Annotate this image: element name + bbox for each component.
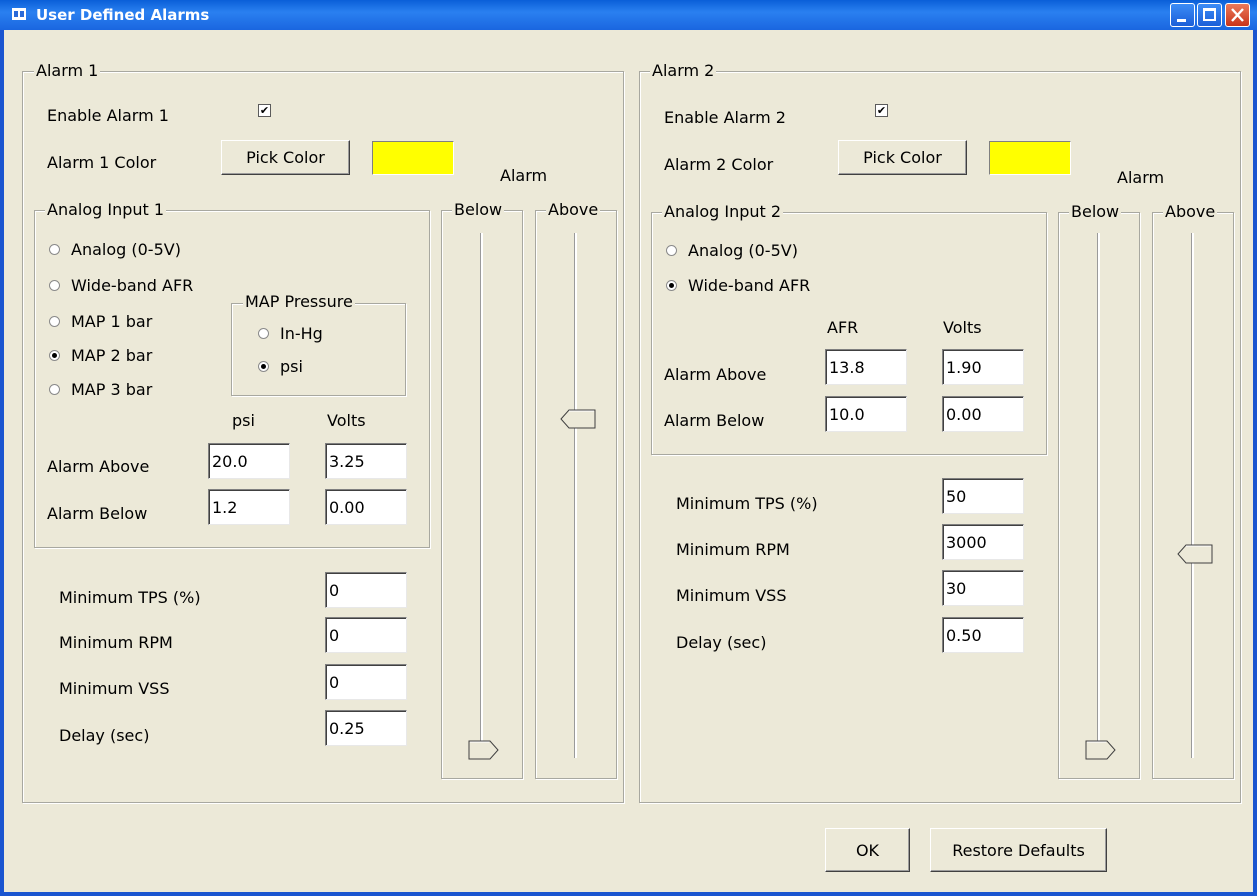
alarm1-enable-checkbox[interactable]: ✔ bbox=[258, 104, 271, 117]
alarm2-col-volts: Volts bbox=[943, 318, 982, 337]
alarm1-min-vss-label: Minimum VSS bbox=[59, 679, 170, 698]
radio-button[interactable] bbox=[258, 328, 269, 339]
radio-button-selected[interactable] bbox=[49, 350, 60, 361]
alarm2-delay-label: Delay (sec) bbox=[676, 633, 767, 652]
radio-button-selected[interactable] bbox=[258, 361, 269, 372]
alarm1-below-psi-input[interactable] bbox=[208, 489, 290, 525]
alarm1-color-label: Alarm 1 Color bbox=[47, 153, 157, 172]
checkmark-icon: ✔ bbox=[259, 104, 270, 117]
alarm1-above-slider-thumb[interactable] bbox=[560, 409, 596, 429]
radio-button[interactable] bbox=[49, 280, 60, 291]
alarm1-col-unit: psi bbox=[232, 411, 255, 430]
alarm1-min-vss-input[interactable] bbox=[325, 664, 407, 700]
alarm1-above-volts-input[interactable] bbox=[325, 443, 407, 479]
radio-button[interactable] bbox=[49, 244, 60, 255]
minimize-button[interactable] bbox=[1170, 3, 1195, 27]
radio-button[interactable] bbox=[666, 245, 677, 256]
alarm1-pick-color-button[interactable]: Pick Color bbox=[221, 140, 350, 175]
radio-button-selected[interactable] bbox=[666, 280, 677, 291]
alarm2-enable-checkbox[interactable]: ✔ bbox=[875, 104, 888, 117]
alarm1-delay-input[interactable] bbox=[325, 710, 407, 746]
alarm1-above-psi-input[interactable] bbox=[208, 443, 290, 479]
alarm1-delay-label: Delay (sec) bbox=[59, 726, 150, 745]
alarm1-below-label: Below bbox=[452, 200, 505, 219]
alarm1-enable-label: Enable Alarm 1 bbox=[47, 106, 169, 125]
alarm2-alarm-below-label: Alarm Below bbox=[664, 411, 765, 430]
alarm1-min-tps-label: Minimum TPS (%) bbox=[59, 588, 201, 607]
window-frame-bottom bbox=[0, 892, 1257, 896]
alarm2-pick-color-button[interactable]: Pick Color bbox=[838, 140, 967, 175]
alarm2-alarm-above-label: Alarm Above bbox=[664, 365, 767, 384]
alarm2-min-rpm-input[interactable] bbox=[942, 524, 1024, 560]
alarm2-min-tps-label: Minimum TPS (%) bbox=[676, 494, 818, 513]
close-icon bbox=[1231, 8, 1244, 22]
alarm1-alarm-below-label: Alarm Below bbox=[47, 504, 148, 523]
minimize-icon bbox=[1177, 19, 1186, 22]
alarm2-above-label: Above bbox=[1163, 202, 1218, 221]
alarm2-min-vss-label: Minimum VSS bbox=[676, 586, 787, 605]
alarm2-above-afr-input[interactable] bbox=[825, 349, 907, 385]
alarm1-above-slider-track bbox=[574, 233, 577, 758]
maximize-button[interactable] bbox=[1197, 3, 1222, 27]
radio-button[interactable] bbox=[49, 316, 60, 327]
alarm2-analog-group-label: Analog Input 2 bbox=[662, 202, 784, 221]
alarm1-analog-group-label: Analog Input 1 bbox=[45, 200, 167, 219]
alarm2-below-slider-thumb[interactable] bbox=[1085, 740, 1117, 760]
alarm1-min-tps-input[interactable] bbox=[325, 572, 407, 608]
alarm2-slider-title: Alarm bbox=[1117, 168, 1165, 187]
alarm2-below-slider-track bbox=[1097, 233, 1100, 758]
radio-button[interactable] bbox=[49, 384, 60, 395]
app-icon bbox=[12, 8, 26, 20]
alarm2-enable-label: Enable Alarm 2 bbox=[664, 108, 786, 127]
map-pressure-group bbox=[231, 303, 406, 396]
alarm1-group-label: Alarm 1 bbox=[34, 61, 101, 80]
alarm1-below-volts-input[interactable] bbox=[325, 489, 407, 525]
close-button[interactable] bbox=[1225, 3, 1250, 27]
alarm2-below-afr-input[interactable] bbox=[825, 396, 907, 432]
ok-button[interactable]: OK bbox=[825, 828, 910, 872]
alarm2-above-slider-thumb[interactable] bbox=[1177, 544, 1213, 564]
alarm2-min-tps-input[interactable] bbox=[942, 478, 1024, 514]
alarm2-group-label: Alarm 2 bbox=[650, 61, 717, 80]
checkmark-icon: ✔ bbox=[876, 104, 887, 117]
alarm2-delay-input[interactable] bbox=[942, 617, 1024, 653]
alarm1-below-slider-track bbox=[480, 233, 483, 758]
alarm2-above-volts-input[interactable] bbox=[942, 349, 1024, 385]
window-frame-right bbox=[1253, 30, 1257, 896]
alarm1-above-label: Above bbox=[546, 200, 601, 219]
alarm1-slider-title: Alarm bbox=[500, 166, 548, 185]
alarm2-below-label: Below bbox=[1069, 202, 1122, 221]
alarm1-col-volts: Volts bbox=[327, 411, 366, 430]
alarm2-color-swatch bbox=[989, 141, 1071, 175]
window-frame-left bbox=[0, 30, 4, 896]
alarm2-min-vss-input[interactable] bbox=[942, 570, 1024, 606]
window-title: User Defined Alarms bbox=[36, 6, 210, 24]
alarm2-above-slider-track bbox=[1191, 233, 1194, 758]
alarm2-color-label: Alarm 2 Color bbox=[664, 155, 774, 174]
alarm1-alarm-above-label: Alarm Above bbox=[47, 457, 150, 476]
alarm1-color-swatch bbox=[372, 141, 454, 175]
alarm1-min-rpm-input[interactable] bbox=[325, 617, 407, 653]
maximize-icon bbox=[1203, 8, 1216, 21]
alarm2-col-unit: AFR bbox=[827, 318, 859, 337]
alarm1-min-rpm-label: Minimum RPM bbox=[59, 633, 173, 652]
alarm2-below-volts-input[interactable] bbox=[942, 396, 1024, 432]
alarm2-min-rpm-label: Minimum RPM bbox=[676, 540, 790, 559]
alarm1-below-slider-thumb[interactable] bbox=[468, 740, 500, 760]
restore-defaults-button[interactable]: Restore Defaults bbox=[930, 828, 1107, 872]
map-pressure-label: MAP Pressure bbox=[243, 292, 355, 311]
